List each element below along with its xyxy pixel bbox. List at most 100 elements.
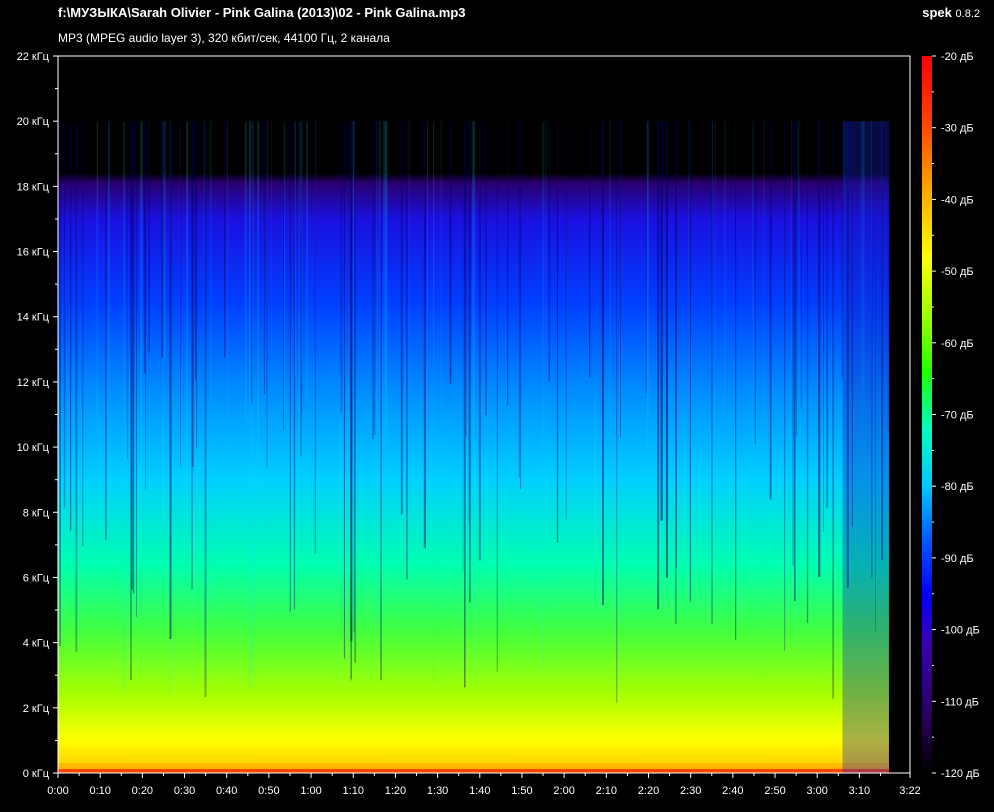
streak	[665, 121, 668, 578]
x-tick-label: 2:40	[722, 785, 743, 797]
streak	[464, 121, 466, 688]
streak	[620, 121, 621, 438]
streak	[163, 121, 166, 360]
bass-band	[58, 769, 889, 773]
streak	[520, 121, 522, 490]
streak	[210, 121, 212, 602]
streak	[82, 121, 84, 547]
colorbar-label: -50 дБ	[941, 266, 974, 278]
streak	[602, 121, 604, 605]
streak	[343, 121, 345, 659]
streak	[186, 121, 188, 587]
streak	[372, 121, 374, 440]
colorbar-label: -30 дБ	[941, 123, 974, 135]
streak	[798, 121, 800, 615]
streak	[148, 121, 150, 353]
streak	[196, 121, 198, 449]
y-tick-label: 0 кГц	[23, 768, 50, 780]
y-tick-label: 14 кГц	[17, 312, 50, 324]
streak	[383, 121, 386, 530]
streak	[823, 121, 824, 533]
x-tick-label: 1:10	[343, 785, 364, 797]
colorbar-label: -120 дБ	[941, 768, 980, 780]
streak	[386, 121, 388, 473]
x-tick-label: 0:50	[258, 785, 279, 797]
streak	[306, 121, 308, 401]
streak	[354, 121, 356, 663]
streak	[283, 121, 286, 413]
streak	[806, 121, 809, 624]
track-end-fade	[842, 121, 889, 773]
x-tick-label: 2:20	[638, 785, 659, 797]
streak	[380, 121, 382, 681]
streak	[556, 121, 559, 543]
streak	[180, 121, 181, 467]
streak	[224, 121, 226, 358]
colorbar-label: -110 дБ	[941, 696, 979, 708]
x-tick-label: 1:40	[469, 785, 490, 797]
y-tick-label: 18 кГц	[17, 181, 50, 193]
streak	[244, 121, 247, 422]
x-tick-label: 1:50	[511, 785, 532, 797]
streak	[735, 121, 737, 640]
streak	[712, 121, 714, 518]
streak	[203, 121, 205, 636]
streak	[406, 121, 408, 580]
streak	[478, 121, 481, 561]
x-tick-label: 3:10	[849, 785, 870, 797]
streak	[75, 121, 78, 652]
streak	[794, 121, 796, 602]
x-tick-label: 1:20	[385, 785, 406, 797]
y-tick-label: 22 кГц	[17, 51, 50, 63]
streak	[826, 121, 829, 508]
y-tick-label: 8 кГц	[23, 507, 50, 519]
streak	[645, 121, 647, 394]
streak	[714, 121, 716, 560]
streak	[251, 121, 253, 675]
streak	[373, 121, 376, 435]
streak	[449, 121, 452, 384]
x-tick-label: 2:10	[596, 785, 617, 797]
x-tick-label: 0:20	[132, 785, 153, 797]
streak	[352, 121, 355, 619]
streak	[96, 121, 98, 436]
streak	[70, 121, 72, 531]
x-tick-label: 0:10	[89, 785, 110, 797]
streak	[589, 121, 591, 377]
streak	[545, 121, 547, 383]
streak	[264, 121, 265, 395]
streak	[161, 121, 164, 359]
streak	[340, 121, 343, 413]
streak	[191, 121, 193, 590]
streak	[440, 121, 442, 528]
streak	[792, 121, 794, 566]
streak	[257, 121, 259, 492]
y-tick-label: 10 кГц	[17, 442, 50, 454]
y-tick-label: 6 кГц	[23, 572, 50, 584]
streak	[376, 121, 378, 635]
streak	[689, 121, 691, 602]
streak	[253, 121, 255, 551]
streak	[675, 121, 677, 569]
streak	[616, 121, 618, 703]
streak	[754, 121, 756, 444]
streak	[249, 121, 251, 690]
streak	[315, 121, 317, 576]
streak	[832, 121, 835, 699]
streak	[194, 121, 197, 381]
streak	[796, 121, 798, 437]
colorbar-label: -20 дБ	[941, 51, 974, 63]
streak	[646, 121, 649, 598]
colorbar-label: -80 дБ	[941, 481, 974, 493]
streak	[752, 121, 754, 563]
streak	[227, 121, 228, 461]
colorbar-label: -70 дБ	[941, 410, 974, 422]
colorbar-label: -40 дБ	[941, 194, 974, 206]
x-tick-label: 2:30	[680, 785, 701, 797]
streak	[465, 121, 467, 437]
x-tick-label: 2:50	[764, 785, 785, 797]
streak	[791, 121, 792, 482]
streak	[408, 121, 410, 509]
streak	[518, 121, 520, 478]
y-tick-label: 16 кГц	[17, 247, 50, 259]
